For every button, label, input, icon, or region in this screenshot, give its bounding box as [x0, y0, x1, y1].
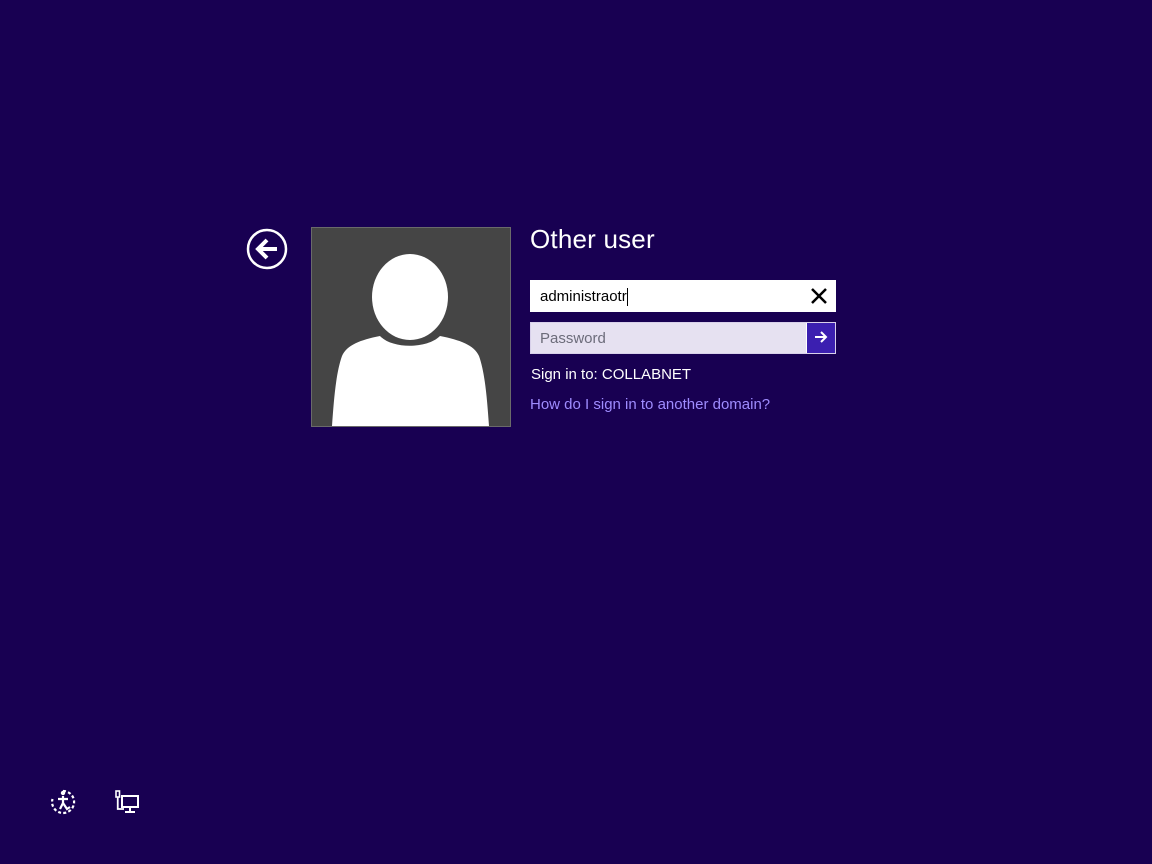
username-input[interactable]: administraotr — [540, 288, 628, 306]
user-tile — [311, 227, 511, 427]
lock-screen: Other user administraotr Password Sign i… — [0, 0, 1152, 864]
network-button[interactable] — [112, 787, 142, 817]
password-input[interactable]: Password — [540, 330, 606, 348]
close-icon — [811, 288, 827, 304]
back-button[interactable] — [246, 228, 288, 270]
clear-username-button[interactable] — [807, 284, 831, 308]
page-title: Other user — [530, 224, 655, 254]
text-caret — [626, 288, 628, 306]
ease-of-access-icon — [50, 789, 76, 815]
network-icon — [115, 790, 139, 813]
arrow-right-icon — [815, 331, 828, 343]
domain-help-link[interactable]: How do I sign in to another domain? — [530, 396, 770, 413]
password-field[interactable]: Password — [530, 322, 836, 354]
sign-in-panel: Other user administraotr Password Sign i… — [530, 220, 840, 413]
back-arrow-icon — [246, 228, 288, 270]
username-field[interactable]: administraotr — [530, 280, 836, 312]
user-silhouette-icon — [332, 254, 489, 426]
sign-in-domain: Sign in to: COLLABNET — [531, 366, 692, 383]
ease-of-access-button[interactable] — [48, 787, 78, 817]
username-value: administraotr — [540, 288, 627, 305]
submit-button[interactable] — [806, 323, 835, 353]
